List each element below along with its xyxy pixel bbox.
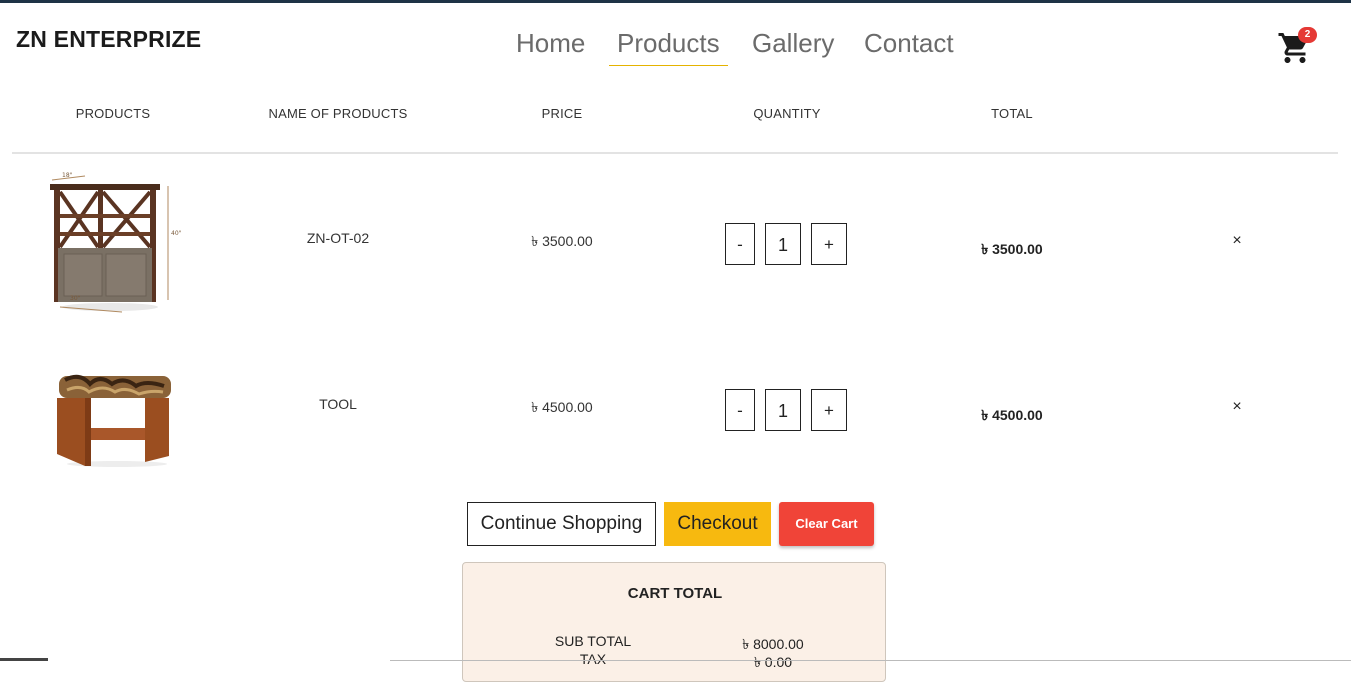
header-price: PRICE <box>541 106 583 121</box>
cart-total-panel: CART TOTAL SUB TOTAL ৳ 8000.00 TAX ৳ 0.0… <box>462 562 886 682</box>
svg-text:18": 18" <box>62 172 73 179</box>
svg-text:30": 30" <box>70 295 81 302</box>
header-products: PRODUCTS <box>75 106 151 121</box>
row2-decrement-button[interactable]: - <box>725 389 755 431</box>
row1-quantity-value[interactable]: 1 <box>765 223 801 265</box>
cart-count-badge: 2 <box>1298 27 1317 43</box>
row2-price: ৳ 4500.00 <box>531 399 593 415</box>
continue-shopping-button[interactable]: Continue Shopping <box>467 502 656 546</box>
product-image-shelf: 40" 18" 30" <box>50 172 182 313</box>
row1-price: ৳ 3500.00 <box>531 233 593 249</box>
row1-increment-button[interactable]: + <box>811 223 847 265</box>
row1-product-name: ZN-OT-02 <box>306 230 370 246</box>
cart-total-title: CART TOTAL <box>627 585 723 602</box>
checkout-button[interactable]: Checkout <box>664 502 771 546</box>
row2-remove-icon[interactable]: × <box>1227 398 1247 416</box>
row1-remove-icon[interactable]: × <box>1227 232 1247 250</box>
brand-logo[interactable]: ZN ENTERPRIZE <box>16 26 201 53</box>
row1-total: ৳ 3500.00 <box>981 241 1043 257</box>
row2-quantity-value[interactable]: 1 <box>765 389 801 431</box>
row2-total: ৳ 4500.00 <box>981 407 1043 423</box>
header-total: TOTAL <box>991 106 1033 121</box>
header-divider <box>12 152 1338 154</box>
subtotal-label: SUB TOTAL <box>554 633 632 649</box>
nav-contact[interactable]: Contact <box>856 28 962 65</box>
clear-cart-button[interactable]: Clear Cart <box>779 502 874 546</box>
svg-text:40": 40" <box>171 230 182 237</box>
header-quantity: QUANTITY <box>753 106 821 121</box>
row2-product-name: TOOL <box>319 396 357 412</box>
nav-home[interactable]: Home <box>508 28 593 65</box>
tax-value: ৳ 0.00 <box>753 654 793 670</box>
row1-decrement-button[interactable]: - <box>725 223 755 265</box>
nav-gallery[interactable]: Gallery <box>744 28 842 65</box>
top-accent-bar <box>0 0 1351 3</box>
tax-label: TAX <box>579 651 607 667</box>
header-name: NAME OF PRODUCTS <box>268 106 408 121</box>
product-image-stool <box>57 374 171 467</box>
row2-increment-button[interactable]: + <box>811 389 847 431</box>
nav-products[interactable]: Products <box>609 28 728 66</box>
